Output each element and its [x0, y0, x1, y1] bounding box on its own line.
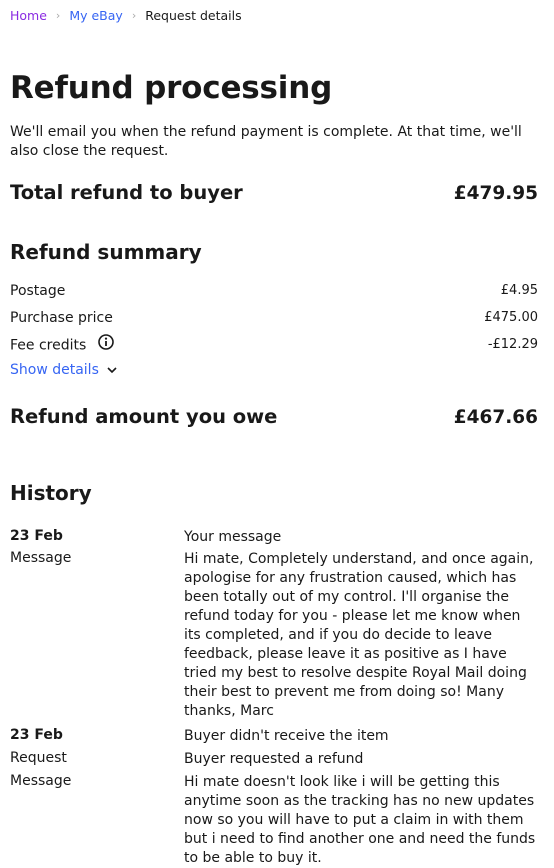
history-request-label: Request — [10, 750, 67, 766]
fee-credits-label-wrap: Fee credits — [10, 334, 114, 354]
fee-credits-label: Fee credits — [10, 337, 87, 354]
history-heading: History — [10, 481, 92, 505]
history-date: 23 Feb — [10, 528, 63, 544]
breadcrumb: Home › My eBay › Request details — [10, 8, 242, 23]
postage-value: £4.95 — [500, 283, 538, 298]
history-message-text: Hi mate, Completely understand, and once… — [184, 551, 534, 719]
show-details-label: Show details — [10, 362, 99, 378]
history-message-text: Hi mate doesn't look like i will be gett… — [184, 774, 536, 866]
refund-owe-value: £467.66 — [453, 407, 538, 428]
chevron-down-icon — [107, 366, 117, 373]
history-entry-2-request: Request Buyer requested a refund — [10, 750, 539, 769]
fee-credits-value: -£12.29 — [487, 337, 538, 352]
history-message-label: Message — [10, 550, 72, 566]
breadcrumb-home-link[interactable]: Home — [10, 8, 47, 23]
total-refund-row: Total refund to buyer £479.95 — [10, 181, 538, 204]
purchase-price-row: Purchase price £475.00 — [10, 310, 538, 326]
total-refund-label: Total refund to buyer — [10, 181, 243, 204]
refund-notice: We'll email you when the refund payment … — [10, 124, 522, 159]
history-entry-2-message: Message Hi mate doesn't look like i will… — [10, 773, 539, 868]
breadcrumb-my-ebay-link[interactable]: My eBay — [69, 8, 122, 23]
refund-owe-label: Refund amount you owe — [10, 405, 278, 428]
show-details-link[interactable]: Show details — [10, 362, 117, 378]
page-title: Refund processing — [10, 70, 333, 106]
postage-row: Postage £4.95 — [10, 283, 538, 299]
history-request-text: Buyer requested a refund — [184, 751, 364, 767]
postage-label: Postage — [10, 283, 66, 299]
breadcrumb-separator-icon: › — [131, 9, 137, 22]
info-circle-icon[interactable] — [97, 334, 114, 354]
refund-owe-row: Refund amount you owe £467.66 — [10, 405, 538, 428]
total-refund-value: £479.95 — [453, 183, 538, 204]
history-date: 23 Feb — [10, 727, 63, 743]
fee-credits-row: Fee credits -£12.29 — [10, 334, 538, 354]
history-entry-1-header: 23 Feb Your message — [10, 528, 539, 547]
history-title: Your message — [184, 529, 282, 545]
refund-summary-heading: Refund summary — [10, 240, 202, 264]
history-message-label: Message — [10, 773, 72, 789]
history-title: Buyer didn't receive the item — [184, 728, 389, 744]
purchase-price-label: Purchase price — [10, 310, 113, 326]
history-entry-2-header: 23 Feb Buyer didn't receive the item — [10, 727, 539, 746]
breadcrumb-separator-icon: › — [55, 9, 61, 22]
purchase-price-value: £475.00 — [484, 310, 538, 325]
history-entry-1-message: Message Hi mate, Completely understand, … — [10, 550, 539, 721]
breadcrumb-current: Request details — [145, 8, 242, 23]
